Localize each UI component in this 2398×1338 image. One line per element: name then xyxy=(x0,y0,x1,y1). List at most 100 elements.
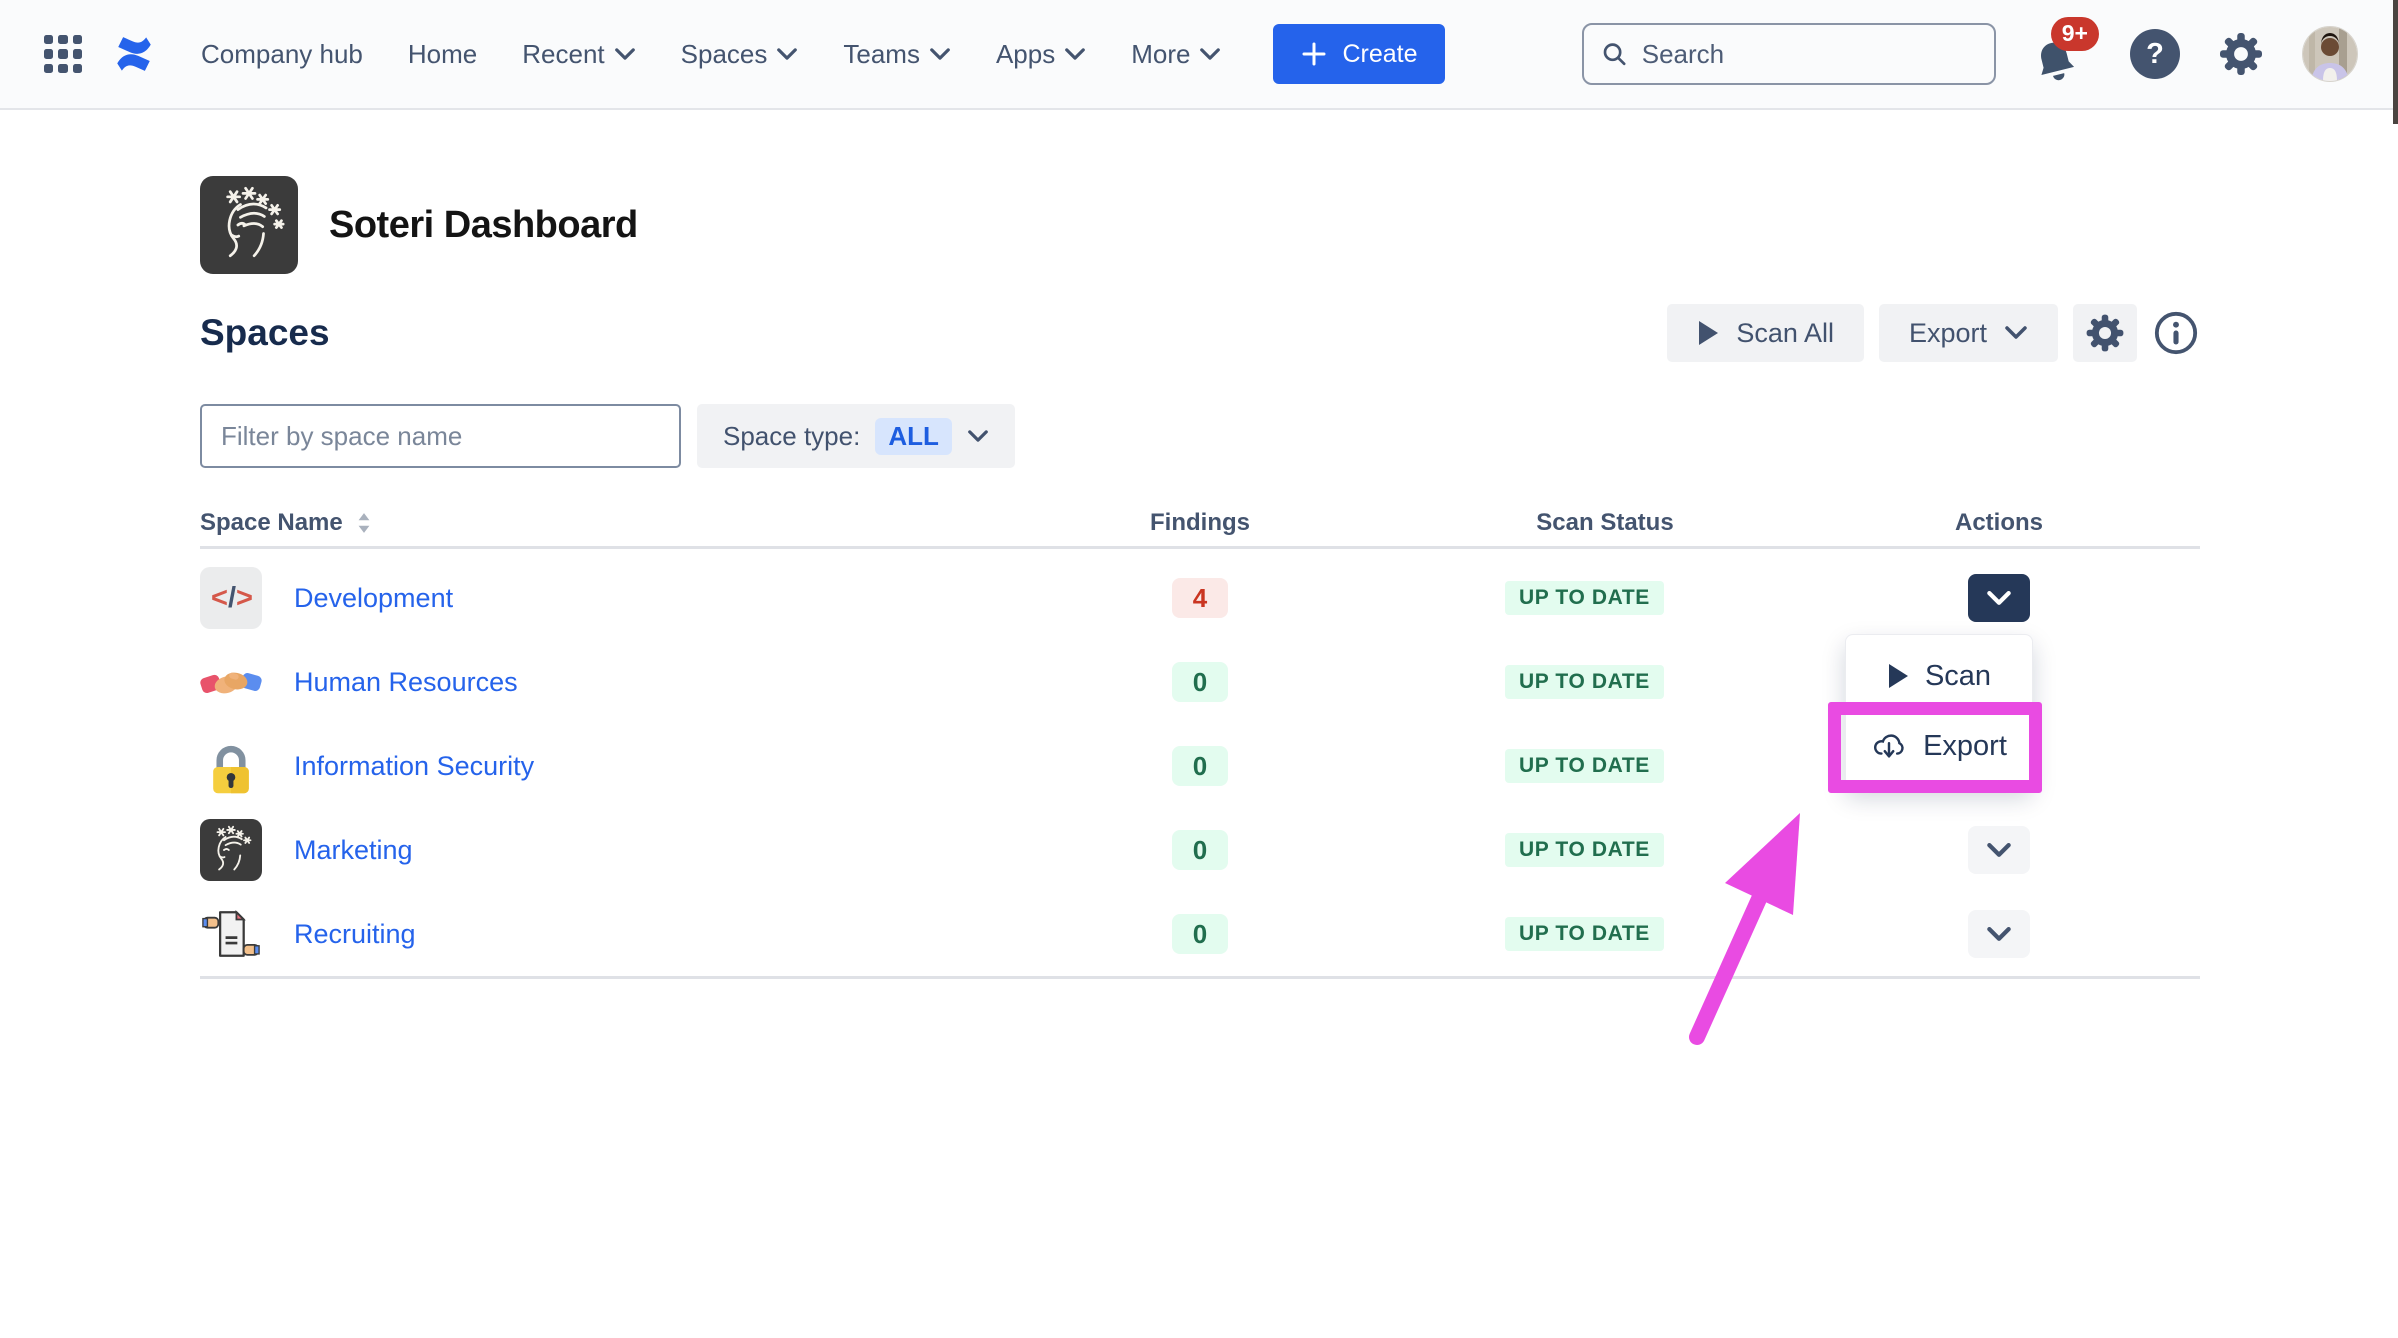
soteri-logo-icon xyxy=(200,176,298,274)
findings-count-badge: 0 xyxy=(1172,662,1228,702)
notification-count-badge: 9+ xyxy=(2051,17,2099,51)
app-switcher-grid-icon[interactable] xyxy=(44,35,82,73)
row-actions-dropdown-menu: Scan Export xyxy=(1845,634,2033,788)
table-row: Recruiting 0 UP TO DATE xyxy=(200,892,2200,976)
actions-cell xyxy=(1899,574,2099,622)
nav-item-label: More xyxy=(1131,39,1190,70)
menu-item-scan[interactable]: Scan xyxy=(1846,641,2032,711)
code-icon: </> xyxy=(200,567,262,629)
confluence-logo-icon[interactable] xyxy=(112,34,156,74)
space-name-cell: </> Development xyxy=(200,567,1100,629)
create-button-label: Create xyxy=(1342,40,1417,69)
settings-gear-icon[interactable] xyxy=(2217,30,2265,78)
table-row: Marketing 0 UP TO DATE xyxy=(200,808,2200,892)
menu-item-label: Export xyxy=(1923,730,2007,763)
status-cell: UP TO DATE xyxy=(1505,749,1705,783)
nav-right-group: 9+ ? xyxy=(1582,17,2358,91)
nav-item-recent[interactable]: Recent xyxy=(522,39,635,70)
nav-item-company-hub[interactable]: Company hub xyxy=(201,39,363,70)
space-name-filter-input[interactable] xyxy=(200,404,681,468)
nav-item-apps[interactable]: Apps xyxy=(996,39,1086,70)
space-name-cell: Marketing xyxy=(200,819,1100,881)
findings-count-badge: 0 xyxy=(1172,746,1228,786)
search-input[interactable] xyxy=(1642,39,1977,70)
column-header-space-name[interactable]: Space Name xyxy=(200,509,1100,537)
sort-icon xyxy=(355,511,373,535)
space-link-marketing[interactable]: Marketing xyxy=(294,835,413,866)
chevron-down-icon xyxy=(1986,927,2012,942)
space-type-label: Space type: xyxy=(723,421,860,452)
space-name-cell: Human Resources xyxy=(200,651,1100,713)
nav-item-teams[interactable]: Teams xyxy=(843,39,951,70)
app-header: Soteri Dashboard xyxy=(200,176,638,274)
nav-item-more[interactable]: More xyxy=(1131,39,1221,70)
scan-status-badge: UP TO DATE xyxy=(1505,917,1664,951)
row-actions-menu-button[interactable] xyxy=(1968,826,2030,874)
findings-cell: 0 xyxy=(1100,830,1300,870)
nav-item-label: Apps xyxy=(996,39,1055,70)
column-label: Space Name xyxy=(200,509,343,537)
table-filters: Space type: ALL xyxy=(200,404,1015,468)
space-type-dropdown[interactable]: Space type: ALL xyxy=(697,404,1015,468)
handshake-icon xyxy=(200,651,262,713)
chevron-down-icon xyxy=(967,430,989,443)
info-icon xyxy=(2153,310,2199,356)
search-icon xyxy=(1601,39,1628,69)
nav-item-spaces[interactable]: Spaces xyxy=(681,39,799,70)
menu-item-label: Scan xyxy=(1925,660,1991,693)
space-link-recruiting[interactable]: Recruiting xyxy=(294,919,416,950)
findings-count-badge: 0 xyxy=(1172,914,1228,954)
user-avatar[interactable] xyxy=(2302,26,2358,82)
top-navigation: Company hub Home Recent Spaces Teams App… xyxy=(0,0,2398,110)
findings-cell: 4 xyxy=(1100,578,1300,618)
status-cell: UP TO DATE xyxy=(1505,833,1705,867)
space-link-human-resources[interactable]: Human Resources xyxy=(294,667,518,698)
menu-item-export[interactable]: Export xyxy=(1846,711,2032,781)
space-type-value: ALL xyxy=(875,418,952,455)
page: { "nav": { "items": [ {"label": "Company… xyxy=(0,0,2398,1338)
nav-item-label: Spaces xyxy=(681,39,768,70)
dashboard-settings-button[interactable] xyxy=(2073,304,2137,362)
space-link-information-security[interactable]: Information Security xyxy=(294,751,534,782)
question-mark-icon: ? xyxy=(2146,38,2164,71)
table-header-row: Space Name Findings Scan Status Actions xyxy=(200,500,2200,549)
scan-all-button[interactable]: Scan All xyxy=(1667,304,1864,362)
chevron-down-icon xyxy=(1986,843,2012,858)
muse-face-icon xyxy=(200,819,262,881)
space-link-development[interactable]: Development xyxy=(294,583,453,614)
nav-item-label: Teams xyxy=(843,39,920,70)
notifications-button[interactable]: 9+ xyxy=(2033,17,2093,91)
nav-item-label: Company hub xyxy=(201,39,363,70)
status-cell: UP TO DATE xyxy=(1505,665,1705,699)
findings-count-badge: 4 xyxy=(1172,578,1228,618)
nav-item-label: Home xyxy=(408,39,477,70)
create-button[interactable]: Create xyxy=(1273,24,1444,84)
scan-status-badge: UP TO DATE xyxy=(1505,665,1664,699)
nav-item-home[interactable]: Home xyxy=(408,39,477,70)
nav-links: Company hub Home Recent Spaces Teams App… xyxy=(201,39,1221,70)
column-header-scan-status: Scan Status xyxy=(1505,509,1705,537)
section-heading: Spaces xyxy=(200,312,330,354)
play-icon xyxy=(1887,663,1909,689)
avatar-photo xyxy=(2303,27,2357,81)
scan-all-label: Scan All xyxy=(1736,318,1834,349)
scan-status-badge: UP TO DATE xyxy=(1505,581,1664,615)
gear-icon xyxy=(2084,312,2126,354)
play-icon xyxy=(1697,320,1719,346)
space-name-cell: Recruiting xyxy=(200,903,1100,965)
findings-cell: 0 xyxy=(1100,746,1300,786)
chevron-down-icon xyxy=(1986,591,2012,606)
row-actions-menu-button[interactable] xyxy=(1968,910,2030,958)
chevron-down-icon xyxy=(929,48,951,61)
screen-edge-artifact xyxy=(2393,0,2398,124)
global-search xyxy=(1582,23,1996,85)
export-dropdown-button[interactable]: Export xyxy=(1879,304,2058,362)
row-actions-menu-button-open[interactable] xyxy=(1968,574,2030,622)
status-cell: UP TO DATE xyxy=(1505,581,1705,615)
help-button[interactable]: ? xyxy=(2130,29,2180,79)
padlock-icon xyxy=(200,735,262,797)
export-label: Export xyxy=(1909,318,1987,349)
info-button[interactable] xyxy=(2152,309,2200,357)
column-header-findings: Findings xyxy=(1100,509,1300,537)
actions-cell xyxy=(1899,910,2099,958)
